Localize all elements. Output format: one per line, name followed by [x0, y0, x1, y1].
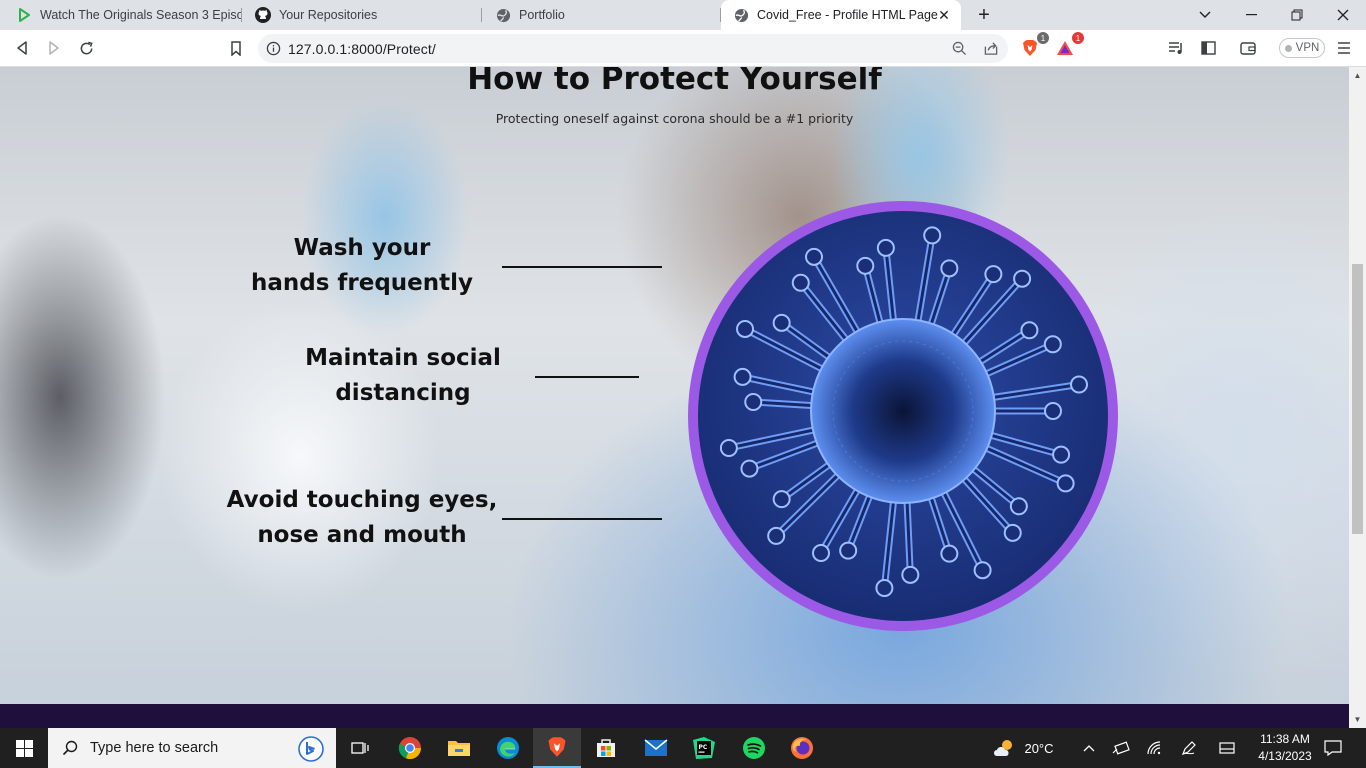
tip-line-1: Avoid touching eyes, — [226, 487, 498, 513]
tab-originals[interactable]: Watch The Originals Season 3 Episode — [4, 0, 242, 30]
show-hidden-icons-icon[interactable] — [1078, 728, 1100, 768]
page-footer — [0, 704, 1349, 728]
vpn-label: VPN — [1295, 42, 1320, 54]
scroll-down-arrow-icon[interactable]: ▼ — [1349, 711, 1366, 728]
browser-toolbar: 127.0.0.1:8000/Protect/ 1 1 VPN — [0, 30, 1366, 67]
taskbar-clock[interactable]: 11:38 AM 4/13/2023 — [1246, 731, 1324, 765]
svg-text:PC: PC — [699, 744, 708, 751]
shields-count-badge: 1 — [1037, 32, 1049, 44]
play-icon — [16, 7, 32, 23]
keyboard-layout-icon[interactable] — [1216, 728, 1238, 768]
close-window-icon[interactable] — [1320, 0, 1366, 30]
browser-tab-strip: Watch The Originals Season 3 Episode You… — [0, 0, 1366, 30]
minimize-icon[interactable] — [1228, 0, 1274, 30]
reload-button[interactable] — [73, 36, 99, 60]
bookmark-icon[interactable] — [223, 36, 249, 60]
playlist-icon[interactable] — [1163, 36, 1189, 60]
tab-label: Portfolio — [519, 8, 565, 22]
notifications-icon[interactable] — [1322, 728, 1344, 768]
firefox-icon[interactable] — [778, 728, 826, 768]
clock-date: 4/13/2023 — [1258, 749, 1312, 763]
tip-line-2: hands frequently — [250, 270, 474, 296]
taskbar-search-box[interactable]: Type here to search — [48, 728, 336, 768]
tab-label: Watch The Originals Season 3 Episode — [40, 8, 242, 22]
globe-icon — [733, 7, 749, 23]
weather-temperature: 20°C — [1024, 740, 1054, 756]
clock-time: 11:38 AM — [1260, 732, 1310, 746]
store-icon[interactable] — [582, 728, 630, 768]
tip-line-2: nose and mouth — [257, 522, 467, 548]
coronavirus-image — [698, 211, 1108, 621]
virus-image-frame — [688, 201, 1118, 631]
scroll-thumb[interactable] — [1352, 264, 1363, 534]
back-button[interactable] — [9, 36, 35, 60]
tip-connector-line — [502, 266, 662, 268]
address-bar[interactable]: 127.0.0.1:8000/Protect/ — [258, 34, 1008, 63]
weather-widget[interactable]: 20°C — [988, 728, 1058, 768]
brave-rewards-icon[interactable]: 1 — [1052, 32, 1084, 60]
search-icon — [62, 740, 78, 756]
tip-connector-line — [502, 518, 662, 520]
tip-line-2: distancing — [335, 380, 471, 406]
vpn-status-icon — [1284, 44, 1292, 52]
close-tab-icon[interactable]: ✕ — [935, 6, 953, 24]
tip-wash-hands: Wash your hands frequently — [230, 231, 494, 301]
battery-icon[interactable] — [1110, 728, 1132, 768]
page-subtitle: Protecting oneself against corona should… — [495, 111, 854, 126]
scroll-up-arrow-icon[interactable]: ▲ — [1349, 67, 1366, 84]
spotify-icon[interactable] — [730, 728, 778, 768]
wallet-icon[interactable] — [1235, 36, 1261, 60]
pen-icon[interactable] — [1178, 728, 1200, 768]
site-info-icon[interactable] — [258, 41, 288, 56]
edge-icon[interactable] — [484, 728, 532, 768]
file-explorer-icon[interactable] — [435, 728, 483, 768]
new-tab-button[interactable]: + — [972, 3, 996, 27]
wifi-icon[interactable] — [1143, 728, 1165, 768]
tab-repositories[interactable]: Your Repositories — [243, 0, 482, 30]
vpn-button[interactable]: VPN — [1279, 38, 1325, 58]
tip-connector-line — [535, 376, 639, 378]
tab-label: Covid_Free - Profile HTML Page — [757, 8, 938, 22]
tab-covid-free[interactable]: Covid_Free - Profile HTML Page ✕ — [721, 0, 961, 30]
brave-icon[interactable] — [533, 728, 581, 768]
pycharm-icon[interactable]: PC — [680, 728, 728, 768]
tip-social-distancing: Maintain social distancing — [278, 341, 528, 411]
brave-shields-icon[interactable]: 1 — [1017, 32, 1049, 60]
menu-icon[interactable] — [1331, 36, 1357, 60]
zoom-icon[interactable] — [946, 36, 972, 60]
chrome-icon[interactable] — [386, 728, 434, 768]
partly-cloudy-icon — [992, 738, 1018, 758]
mail-icon[interactable] — [632, 728, 680, 768]
github-icon — [255, 7, 271, 23]
restore-icon[interactable] — [1274, 0, 1320, 30]
page-title: How to Protect Yourself — [467, 67, 882, 97]
tip-line-1: Maintain social — [305, 345, 501, 371]
globe-icon — [495, 7, 511, 23]
tip-line-1: Wash your — [293, 235, 431, 261]
tab-search-chevron-icon[interactable] — [1182, 0, 1228, 30]
task-view-icon[interactable] — [336, 728, 384, 768]
windows-taskbar: Type here to search PC 20°C 11:38 AM 4/1… — [0, 728, 1366, 768]
url-text: 127.0.0.1:8000/Protect/ — [288, 40, 436, 57]
tab-label: Your Repositories — [279, 8, 378, 22]
forward-button[interactable] — [41, 36, 67, 60]
share-icon[interactable] — [978, 36, 1004, 60]
page-scrollbar[interactable]: ▲ ▼ — [1349, 67, 1366, 728]
search-placeholder: Type here to search — [90, 740, 219, 756]
page-viewport: How to Protect Yourself Protecting onese… — [0, 67, 1349, 704]
sidebar-icon[interactable] — [1195, 36, 1221, 60]
tab-portfolio[interactable]: Portfolio — [483, 0, 721, 30]
rewards-count-badge: 1 — [1072, 32, 1084, 44]
windows-start-icon[interactable] — [0, 728, 48, 768]
bing-icon[interactable] — [298, 736, 324, 762]
tip-avoid-touching: Avoid touching eyes, nose and mouth — [222, 483, 502, 553]
